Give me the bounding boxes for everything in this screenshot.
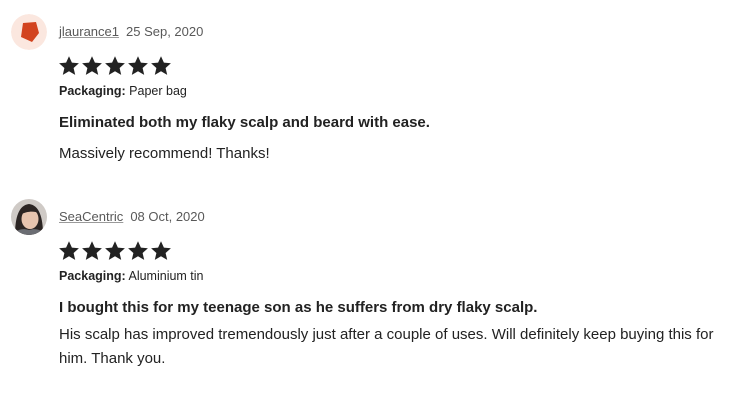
star-icon (58, 55, 80, 77)
star-icon (150, 240, 172, 262)
review-body: Massively recommend! Thanks! (59, 145, 270, 162)
red-hexagon-avatar-icon (11, 14, 47, 50)
review-card: jlaurance1 25 Sep, 2020 Packaging: Paper … (0, 0, 730, 185)
review-headline: I bought this for my teenage son as he s… (59, 299, 538, 316)
review-meta: jlaurance1 25 Sep, 2020 (59, 24, 203, 39)
packaging-value: Aluminium tin (128, 269, 204, 283)
star-icon (58, 240, 80, 262)
star-icon (127, 55, 149, 77)
star-icon (104, 55, 126, 77)
packaging-label: Packaging: (59, 269, 126, 283)
packaging-info: Packaging: Aluminium tin (59, 269, 204, 283)
review-meta: SeaCentric 08 Oct, 2020 (59, 209, 205, 224)
star-icon (104, 240, 126, 262)
packaging-label: Packaging: (59, 84, 126, 98)
user-photo-avatar (11, 199, 47, 235)
star-icon (127, 240, 149, 262)
username-link[interactable]: SeaCentric (59, 209, 123, 224)
review-date: 25 Sep, 2020 (126, 24, 204, 39)
packaging-info: Packaging: Paper bag (59, 84, 187, 98)
star-icon (150, 55, 172, 77)
review-headline: Eliminated both my flaky scalp and beard… (59, 114, 430, 131)
review-date: 08 Oct, 2020 (130, 209, 205, 224)
review-card: SeaCentric 08 Oct, 2020 Packaging: Alumin… (0, 185, 730, 406)
avatar[interactable] (11, 199, 47, 235)
avatar[interactable] (11, 14, 47, 50)
packaging-value: Paper bag (129, 84, 187, 98)
review-body: His scalp has improved tremendously just… (59, 326, 714, 367)
star-icon (81, 240, 103, 262)
star-icon (81, 55, 103, 77)
star-rating (58, 55, 172, 77)
star-rating (58, 240, 172, 262)
username-link[interactable]: jlaurance1 (59, 24, 119, 39)
